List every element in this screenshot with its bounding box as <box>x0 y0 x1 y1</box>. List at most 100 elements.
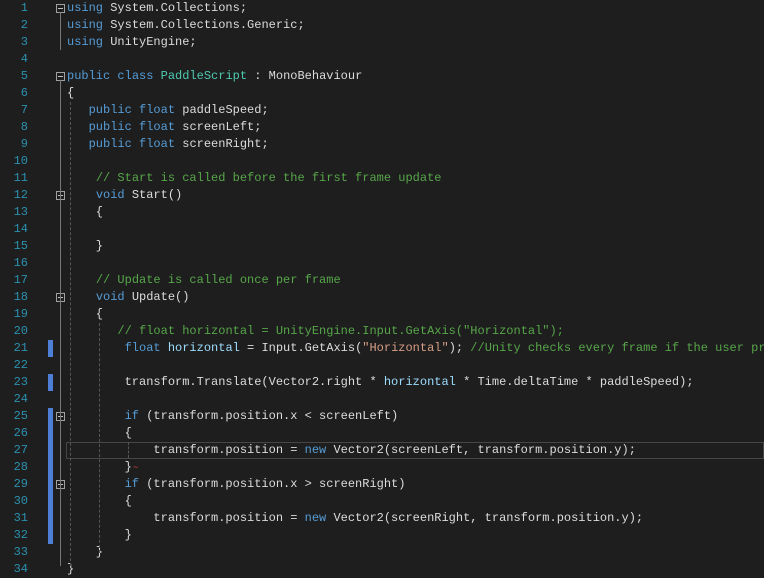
line-number: 9 <box>20 137 28 151</box>
code-text: { <box>67 204 103 221</box>
code-line[interactable]: 11 // Start is called before the first f… <box>0 170 764 187</box>
code-text: // float horizontal = UnityEngine.Input.… <box>67 323 564 340</box>
code-line[interactable]: 32 } <box>0 527 764 544</box>
code-text: { <box>67 85 74 102</box>
token-kw: public <box>88 137 132 151</box>
code-text: if (transform.position.x > screenRight) <box>67 476 406 493</box>
code-line[interactable]: 16 <box>0 255 764 272</box>
line-number: 1 <box>20 1 28 15</box>
line-number: 22 <box>13 358 28 372</box>
token-pl: * Time.deltaTime * paddleSpeed); <box>455 375 694 389</box>
token-kw: class <box>117 69 154 83</box>
line-number: 28 <box>13 460 28 474</box>
code-line[interactable]: 7 public float paddleSpeed; <box>0 102 764 119</box>
code-line[interactable]: 34} <box>0 561 764 578</box>
code-line[interactable]: 4 <box>0 51 764 68</box>
code-line[interactable]: 27 transform.position = new Vector2(scre… <box>0 442 764 459</box>
suggestion-squiggle[interactable]: ~ <box>133 463 138 473</box>
code-line[interactable]: 19 { <box>0 306 764 323</box>
token-kw: public <box>67 69 111 83</box>
code-line[interactable]: 30 { <box>0 493 764 510</box>
code-line[interactable]: 21 float horizontal = Input.GetAxis("Hor… <box>0 340 764 357</box>
token-pl: Vector2(screenLeft, transform.position.y… <box>326 443 636 457</box>
outline-using-block <box>60 12 61 50</box>
token-pl: paddleSpeed; <box>175 103 269 117</box>
code-text: transform.position = new Vector2(screenR… <box>67 510 643 527</box>
change-marker <box>48 493 53 510</box>
line-number: 32 <box>13 528 28 542</box>
line-number: 4 <box>20 52 28 66</box>
code-line[interactable]: 18 void Update() <box>0 289 764 306</box>
token-kw: if <box>124 409 140 423</box>
token-kw: new <box>304 443 327 457</box>
code-text: } <box>67 544 103 561</box>
code-line[interactable]: 2 using System.Collections.Generic; <box>0 17 764 34</box>
code-line[interactable]: 13 { <box>0 204 764 221</box>
line-number: 11 <box>13 171 28 185</box>
code-line[interactable]: 3 using UnityEngine; <box>0 34 764 51</box>
line-number: 7 <box>20 103 28 117</box>
change-marker <box>48 476 53 493</box>
code-line[interactable]: 12 void Start() <box>0 187 764 204</box>
token-kw: if <box>124 477 140 491</box>
line-number: 14 <box>13 222 28 236</box>
line-number: 2 <box>20 18 28 32</box>
token-kw: float <box>124 341 161 355</box>
token-pl: System.Collections.Generic; <box>103 18 305 32</box>
line-number: 12 <box>13 188 28 202</box>
code-text: public float paddleSpeed; <box>67 102 269 119</box>
code-line[interactable]: 22 <box>0 357 764 374</box>
line-number: 16 <box>13 256 28 270</box>
change-marker <box>48 408 53 425</box>
code-text: } <box>67 238 103 255</box>
token-var: horizontal <box>383 375 456 389</box>
token-ty: PaddleScript <box>160 69 248 83</box>
code-line[interactable]: 25 if (transform.position.x < screenLeft… <box>0 408 764 425</box>
code-text: public class PaddleScript : MonoBehaviou… <box>67 68 362 85</box>
code-text: transform.Translate(Vector2.right * hori… <box>67 374 694 391</box>
code-line[interactable]: 15 } <box>0 238 764 255</box>
code-line[interactable]: 20 // float horizontal = UnityEngine.Inp… <box>0 323 764 340</box>
code-line[interactable]: 29 if (transform.position.x > screenRigh… <box>0 476 764 493</box>
change-marker <box>48 340 53 357</box>
line-number: 26 <box>13 426 28 440</box>
code-line[interactable]: 28 } <box>0 459 764 476</box>
code-line[interactable]: 33 } <box>0 544 764 561</box>
code-line[interactable]: 1 using System.Collections; <box>0 0 764 17</box>
line-number: 21 <box>13 341 28 355</box>
token-cm: // float horizontal = UnityEngine.Input.… <box>117 324 564 338</box>
code-line[interactable]: 6{ <box>0 85 764 102</box>
change-marker <box>48 374 53 391</box>
line-number: 15 <box>13 239 28 253</box>
token-kw: void <box>95 188 125 202</box>
token-pl: transform.position = <box>67 443 305 457</box>
code-line[interactable]: 14 <box>0 221 764 238</box>
code-text: public float screenRight; <box>67 136 269 153</box>
code-text: void Update() <box>67 289 190 306</box>
code-line[interactable]: 8 public float screenLeft; <box>0 119 764 136</box>
token-pl: (transform.position.x > screenRight) <box>139 477 406 491</box>
token-kw: void <box>95 290 125 304</box>
token-pl: } <box>67 545 104 559</box>
code-line[interactable]: 31 transform.position = new Vector2(scre… <box>0 510 764 527</box>
code-line[interactable]: 26 { <box>0 425 764 442</box>
code-line[interactable]: 5 public class PaddleScript : MonoBehavio… <box>0 68 764 85</box>
token-pl: System.Collections; <box>103 1 248 15</box>
code-line[interactable]: 23 transform.Translate(Vector2.right * h… <box>0 374 764 391</box>
code-line[interactable]: 10 <box>0 153 764 170</box>
code-line[interactable]: 17 // Update is called once per frame <box>0 272 764 289</box>
token-kw: using <box>67 1 104 15</box>
line-number: 3 <box>20 35 28 49</box>
token-cm: //Unity checks every frame if the user p… <box>470 341 764 355</box>
line-number: 10 <box>13 154 28 168</box>
code-line[interactable]: 24 <box>0 391 764 408</box>
code-line[interactable]: 9 public float screenRight; <box>0 136 764 153</box>
code-text: float horizontal = Input.GetAxis("Horizo… <box>67 340 764 357</box>
token-kw: public <box>88 120 132 134</box>
line-number: 23 <box>13 375 28 389</box>
